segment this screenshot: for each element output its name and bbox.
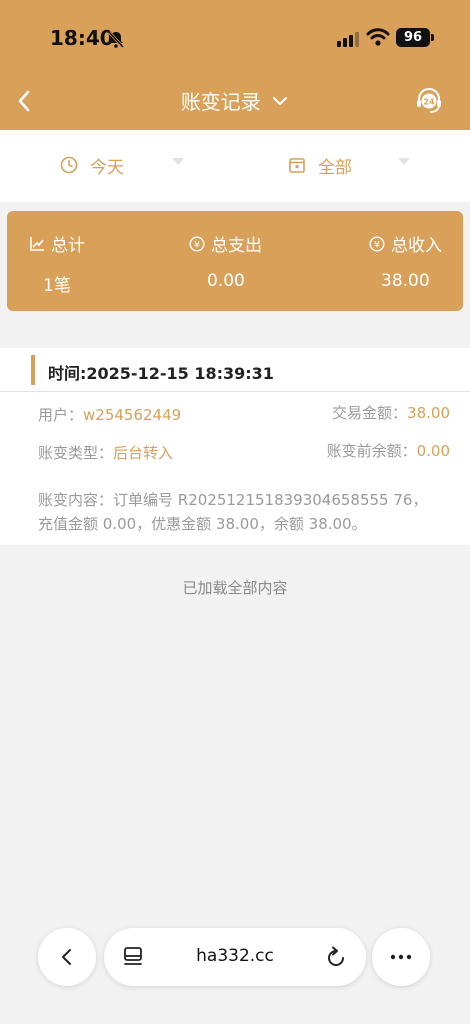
type-filter-label: 全部 [318, 157, 352, 178]
svg-text:24: 24 [423, 98, 435, 107]
amount-label: 交易金额： [332, 404, 408, 422]
total-value: 1笔 [43, 276, 71, 296]
reload-icon[interactable] [324, 945, 348, 969]
caret-down-icon [172, 158, 184, 165]
yuan-coin-icon: ¥ [369, 235, 385, 252]
date-filter[interactable]: 今天 [60, 152, 190, 178]
record-header: 时间:2025-12-15 18:39:31 [0, 348, 470, 392]
record-card: 时间:2025-12-15 18:39:31 用户：w254562449 交易金… [0, 348, 470, 545]
type-row: 账变类型：后台转入 [38, 442, 173, 463]
balance-before-label: 账变前余额： [326, 442, 417, 460]
accent-bar [31, 355, 35, 385]
battery-indicator: 96 [396, 28, 430, 47]
total-label: 总计 [29, 231, 85, 256]
nav-bar: 账变记录 24 [0, 76, 470, 130]
expense-label-text: 总支出 [211, 236, 262, 256]
chevron-left-icon [62, 949, 71, 965]
svg-text:¥: ¥ [194, 240, 200, 250]
page-title: 账变记录 [180, 90, 261, 114]
more-options-button[interactable] [372, 928, 430, 986]
summary-card: 总计 ¥ 总支出 ¥ 总收入 1笔 0.00 38.00 [7, 211, 463, 311]
wifi-icon [366, 28, 390, 46]
expense-label: ¥ 总支出 [189, 231, 262, 256]
customer-service-24h-icon[interactable]: 24 [414, 86, 444, 116]
user-label: 用户： [38, 406, 84, 424]
page: 18:40 96 账变记录 24 今天 全部 总计 ¥ 总支出 ¥ 总收入 1笔… [0, 0, 470, 1024]
type-filter[interactable]: 全部 [288, 152, 418, 178]
type-label: 账变类型： [38, 444, 114, 462]
type-value: 后台转入 [113, 444, 174, 462]
record-time: 时间:2025-12-15 18:39:31 [48, 364, 274, 383]
record-content: 账变内容：订单编号 R202512151839304658555 76，充值金额… [38, 491, 428, 533]
browser-back-button[interactable] [38, 928, 96, 986]
calendar-icon [289, 158, 305, 173]
more-dots-icon [390, 954, 412, 960]
income-value: 38.00 [381, 271, 430, 291]
income-label: ¥ 总收入 [369, 231, 442, 256]
amount-value: 38.00 [407, 404, 450, 422]
bell-muted-icon [107, 30, 125, 49]
status-time: 18:40 [50, 26, 114, 50]
chevron-down-icon [273, 96, 288, 105]
caret-down-icon [398, 158, 410, 165]
yuan-coin-icon: ¥ [189, 235, 205, 252]
header: 18:40 96 账变记录 24 [0, 0, 470, 130]
svg-text:¥: ¥ [374, 240, 380, 250]
battery-nub [431, 34, 434, 41]
title-dropdown[interactable]: 账变记录 [0, 86, 470, 115]
date-filter-label: 今天 [90, 157, 124, 178]
balance-before-row: 账变前余额：0.00 [327, 440, 450, 461]
address-bar[interactable]: ha332.cc [104, 928, 366, 986]
user-row: 用户：w254562449 [38, 404, 181, 425]
amount-row: 交易金额：38.00 [332, 402, 450, 423]
list-end-text: 已加载全部内容 [182, 579, 288, 597]
filter-bar: 今天 全部 [0, 130, 470, 202]
trend-chart-icon [30, 236, 44, 251]
balance-before-value: 0.00 [416, 442, 450, 460]
income-label-text: 总收入 [391, 236, 442, 256]
total-label-text: 总计 [51, 236, 85, 256]
clock-icon [60, 156, 78, 174]
signal-icon [337, 32, 359, 47]
expense-value: 0.00 [207, 271, 245, 291]
status-bar: 18:40 96 [0, 0, 470, 76]
user-value: w254562449 [83, 406, 182, 424]
